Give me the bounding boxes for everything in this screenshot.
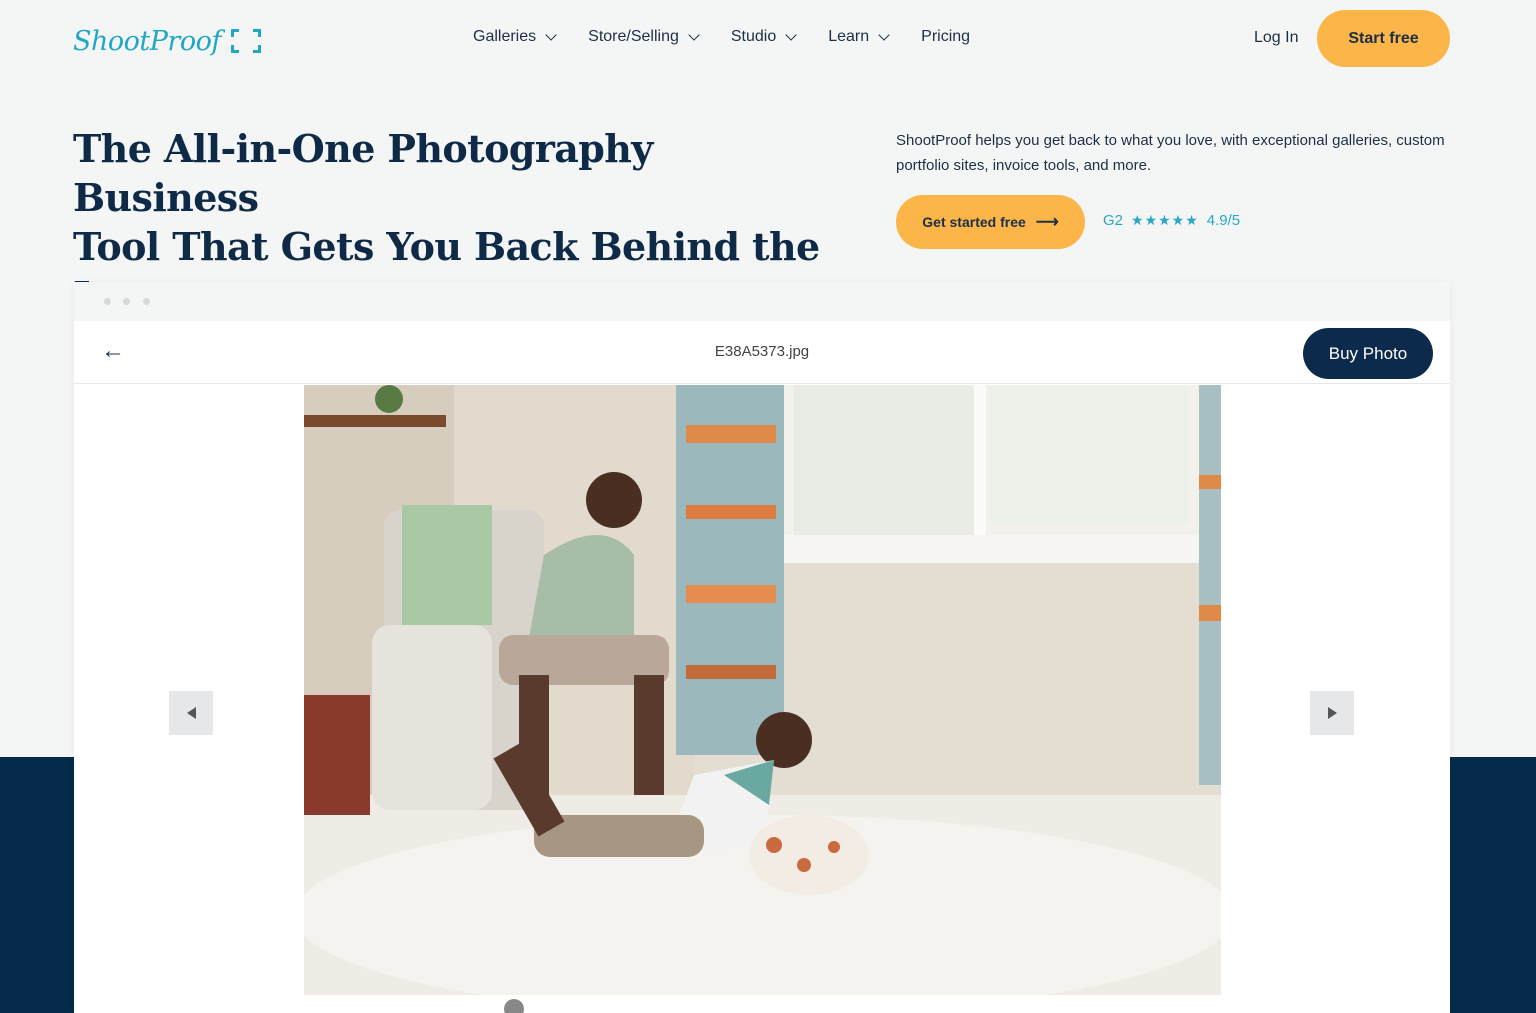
gallery-photo bbox=[304, 385, 1221, 995]
menu-item-studio[interactable]: Studio bbox=[730, 28, 797, 46]
chevron-down-icon bbox=[545, 29, 557, 41]
rating-value: 4.9/5 bbox=[1206, 212, 1241, 229]
menu-item-pricing[interactable]: Pricing bbox=[921, 28, 970, 46]
hero-subtext: ShootProof helps you get back to what yo… bbox=[896, 132, 1445, 174]
chevron-down-icon bbox=[878, 29, 890, 41]
window-dot bbox=[123, 298, 130, 305]
viewfinder-icon bbox=[230, 29, 261, 53]
get-started-button[interactable]: Get started free ⟶ bbox=[896, 195, 1085, 249]
menu-item-learn[interactable]: Learn bbox=[828, 28, 890, 46]
viewer-header: ← E38A5373.jpg Buy Photo bbox=[74, 321, 1450, 384]
login-link[interactable]: Log In bbox=[1254, 29, 1298, 47]
buy-photo-button[interactable]: Buy Photo bbox=[1303, 328, 1433, 379]
start-free-button[interactable]: Start free bbox=[1317, 10, 1450, 67]
caret-left-icon bbox=[186, 707, 196, 719]
menu-item-store-selling[interactable]: Store/Selling bbox=[588, 28, 700, 46]
main-menu: Galleries Store/Selling Studio Learn Pri… bbox=[473, 28, 970, 46]
get-started-label: Get started free bbox=[922, 214, 1026, 230]
star-icons: ★★★★★ bbox=[1131, 212, 1199, 228]
window-title-bar bbox=[74, 282, 1450, 321]
caret-right-icon bbox=[1327, 707, 1337, 719]
rating-source: G2 bbox=[1103, 212, 1124, 229]
chevron-down-icon bbox=[785, 29, 797, 41]
g2-rating: G2 ★★★★★ 4.9/5 bbox=[1103, 212, 1240, 229]
scroll-indicator[interactable] bbox=[504, 999, 524, 1013]
chevron-down-icon bbox=[688, 29, 700, 41]
gallery-viewer-mockup: ← E38A5373.jpg Buy Photo bbox=[74, 282, 1450, 1013]
headline-line-1: The All-in-One Photography Business bbox=[73, 126, 653, 220]
menu-item-label: Pricing bbox=[921, 28, 971, 45]
window-dot bbox=[143, 298, 150, 305]
menu-item-label: Galleries bbox=[473, 28, 537, 45]
menu-item-label: Store/Selling bbox=[588, 28, 679, 45]
photo-filename: E38A5373.jpg bbox=[714, 343, 810, 360]
shootproof-logo[interactable]: ShootProof bbox=[73, 20, 261, 62]
next-photo-button[interactable] bbox=[1310, 691, 1354, 735]
menu-item-label: Learn bbox=[828, 28, 870, 45]
window-dot bbox=[104, 298, 111, 305]
top-nav: ShootProof Galleries Store/Selling Studi… bbox=[0, 0, 1536, 80]
logo-text: ShootProof bbox=[73, 25, 221, 57]
arrow-right-icon: ⟶ bbox=[1035, 214, 1059, 231]
menu-item-label: Studio bbox=[730, 28, 777, 45]
menu-item-galleries[interactable]: Galleries bbox=[473, 28, 557, 46]
family-photo-illustration bbox=[304, 385, 1221, 995]
previous-photo-button[interactable] bbox=[169, 691, 213, 735]
